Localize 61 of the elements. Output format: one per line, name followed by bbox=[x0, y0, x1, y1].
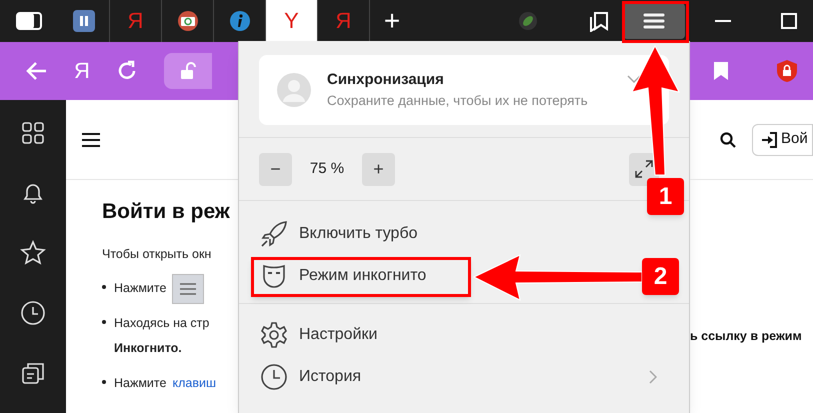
menu-item[interactable]: История bbox=[259, 356, 669, 398]
menu-item-label: Включить турбо bbox=[299, 224, 418, 244]
menu-item[interactable]: Режим инкогнито bbox=[259, 255, 430, 297]
menu-icon bbox=[643, 13, 665, 29]
pause-icon bbox=[72, 10, 94, 32]
back-icon[interactable] bbox=[26, 61, 48, 81]
menu-item-label: Настройки bbox=[299, 325, 378, 345]
info-icon bbox=[228, 10, 250, 32]
login-icon bbox=[761, 132, 777, 148]
clock-icon[interactable] bbox=[20, 300, 46, 326]
highlight-frame bbox=[622, 1, 689, 43]
chevron-down-icon[interactable] bbox=[627, 75, 641, 83]
tab-letter: Y bbox=[284, 10, 299, 32]
menu-item-label: История bbox=[299, 367, 362, 387]
bookmarks-icon[interactable] bbox=[589, 10, 611, 32]
star-icon[interactable] bbox=[20, 240, 46, 266]
login-button[interactable]: Вой bbox=[752, 124, 813, 156]
fullscreen-icon bbox=[635, 160, 653, 178]
intro-text: Чтобы открыть окн bbox=[102, 246, 212, 263]
bookmark-icon[interactable] bbox=[714, 62, 728, 80]
menu-item[interactable]: Включить турбо bbox=[259, 213, 422, 255]
body-text: ь ссылку в режим bbox=[690, 328, 803, 345]
menu-item-label: Режим инкогнито bbox=[299, 266, 426, 286]
home-letter[interactable]: Я bbox=[74, 60, 90, 82]
bullet-text: Инкогнито. bbox=[114, 340, 183, 357]
lock-button[interactable] bbox=[164, 53, 212, 89]
clock-icon bbox=[259, 362, 289, 392]
sync-card[interactable]: Синхронизация Сохраните данные, чтобы их не потерять bbox=[259, 55, 669, 125]
browser-tab[interactable]: Y bbox=[266, 0, 318, 42]
step-badge: 1 bbox=[647, 178, 684, 215]
notes-icon[interactable] bbox=[20, 360, 46, 386]
zoom-out-button[interactable]: − bbox=[259, 152, 292, 186]
new-tab-button[interactable]: + bbox=[370, 7, 414, 35]
apps-icon[interactable] bbox=[20, 120, 46, 146]
keyboard-link[interactable]: клавиш bbox=[172, 374, 216, 392]
sync-subtitle: Сохраните данные, чтобы их не потерять bbox=[327, 92, 588, 110]
camera-icon bbox=[176, 10, 198, 32]
menu-button[interactable] bbox=[623, 3, 685, 39]
leaf-icon[interactable] bbox=[519, 12, 537, 30]
chevron-right-icon bbox=[649, 370, 657, 384]
gear-icon bbox=[259, 320, 289, 350]
menu-icon bbox=[180, 282, 196, 295]
rocket-icon bbox=[259, 219, 289, 249]
tab-letter: Я bbox=[128, 10, 144, 32]
maximize-icon[interactable] bbox=[781, 13, 797, 29]
reload-icon[interactable] bbox=[116, 60, 138, 82]
bullet-text: Нажмите bbox=[114, 374, 166, 392]
shield-icon[interactable] bbox=[776, 59, 798, 83]
hamburger-icon[interactable] bbox=[82, 132, 100, 146]
page-heading: Войти в реж bbox=[102, 199, 231, 225]
avatar-icon bbox=[277, 73, 311, 107]
zoom-level: 75 % bbox=[308, 158, 346, 179]
step-badge: 2 bbox=[642, 258, 679, 295]
sidebar-toggle-icon[interactable] bbox=[16, 12, 42, 30]
tab-letter: Я bbox=[336, 10, 352, 32]
zoom-in-button[interactable]: + bbox=[362, 152, 395, 186]
bullet-text: Нажмите bbox=[114, 280, 166, 298]
bullet-text: Находясь на стр bbox=[114, 315, 210, 332]
menu-item[interactable]: Настройки bbox=[259, 314, 382, 356]
sync-title: Синхронизация bbox=[327, 70, 445, 90]
search-icon[interactable] bbox=[720, 132, 736, 148]
